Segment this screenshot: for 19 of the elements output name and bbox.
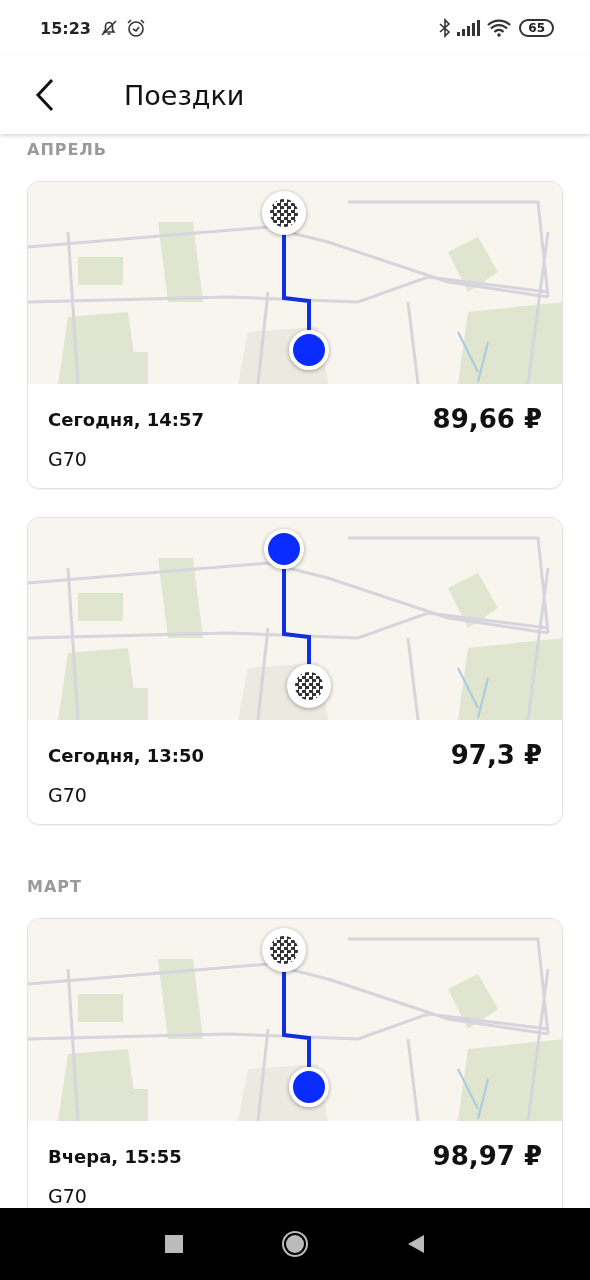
- back-nav-button[interactable]: [407, 1234, 425, 1254]
- trip-date: Сегодня, 14:57: [48, 408, 206, 430]
- trip-price: 89,66 ₽: [432, 404, 542, 434]
- car-model: G70: [48, 1185, 88, 1207]
- bluetooth-icon: [439, 18, 452, 38]
- page-title: Поездки: [124, 79, 245, 111]
- car-model: G70: [48, 448, 88, 470]
- home-button[interactable]: [281, 1230, 309, 1258]
- wifi-icon: [487, 19, 512, 37]
- section-title: АПРЕЛЬ: [27, 140, 107, 159]
- car-model: G70: [48, 784, 88, 806]
- signal-icon: [457, 20, 482, 36]
- clock-time: 15:23: [40, 18, 91, 38]
- trip-date: Сегодня, 13:50: [48, 744, 206, 766]
- section-title: МАРТ: [27, 877, 82, 896]
- trip-price: 98,97 ₽: [432, 1141, 542, 1171]
- trip-date: Вчера, 15:55: [48, 1145, 183, 1167]
- battery-level: 65: [519, 19, 554, 37]
- trip-price: 97,3 ₽: [450, 740, 542, 770]
